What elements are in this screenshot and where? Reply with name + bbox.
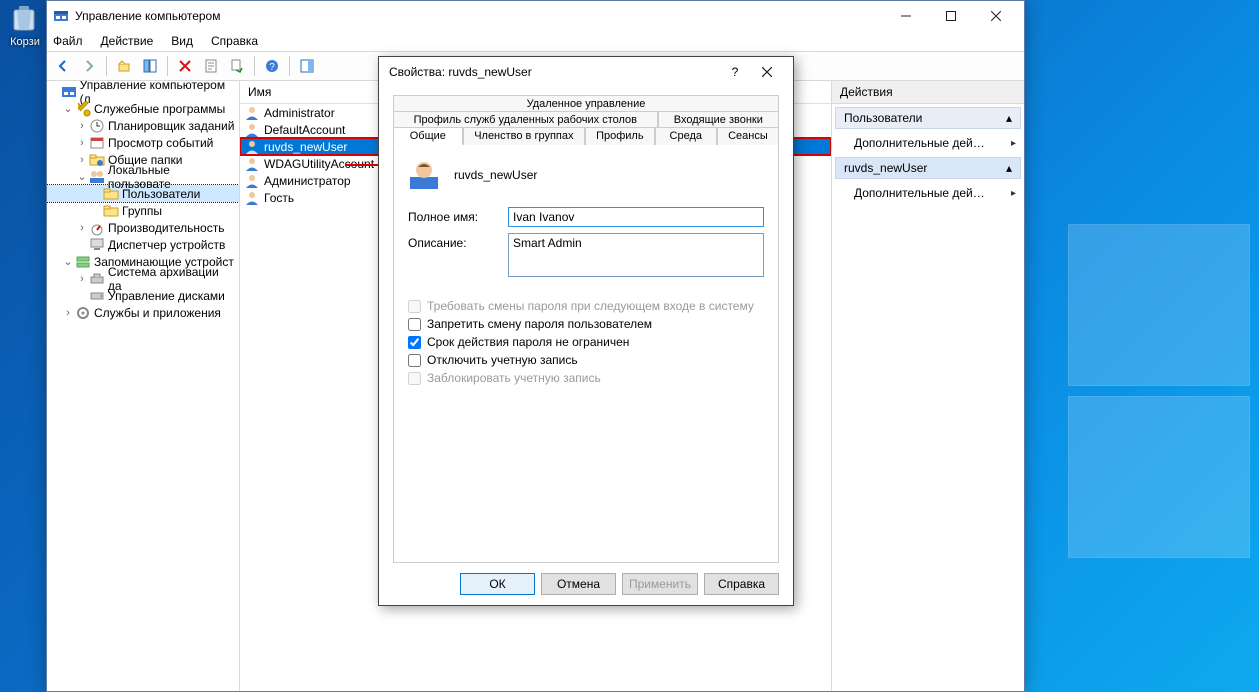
tab-page-general: ruvds_newUser Полное имя: Описание: Треб… [393,145,779,563]
tab-sessions[interactable]: Сеансы [717,127,779,145]
recycle-bin-icon[interactable]: Корзи [8,2,42,48]
tree-event-viewer[interactable]: ›Просмотр событий [47,134,239,151]
tree-task-scheduler[interactable]: ›Планировщик заданий [47,117,239,134]
export-button[interactable] [225,54,249,78]
cancel-button[interactable]: Отмена [541,573,616,595]
ok-button[interactable]: ОК [460,573,535,595]
dialog-close-button[interactable] [751,57,783,87]
collapse-icon: ▴ [1006,111,1012,125]
check-cannot-change[interactable]: Запретить смену пароля пользователем [408,317,764,331]
close-button[interactable] [973,1,1018,31]
collapse-icon: ▴ [1006,161,1012,175]
tree-services[interactable]: ›Службы и приложения [47,304,239,321]
tree-root[interactable]: Управление компьютером (л [47,83,239,100]
recycle-bin-label: Корзи [8,36,42,48]
tab-profile[interactable]: Профиль [585,127,655,145]
tree-pane[interactable]: Управление компьютером (л ⌄Служебные про… [47,81,240,691]
menu-file[interactable]: Файл [51,32,85,50]
tree-backup[interactable]: ›Система архивации да [47,270,239,287]
help-button[interactable]: ? [260,54,284,78]
tree-utilities[interactable]: ⌄Служебные программы [47,100,239,117]
menu-action[interactable]: Действие [99,32,156,50]
tab-general[interactable]: Общие [393,127,463,145]
full-name-input[interactable] [508,207,764,227]
tree-local-users[interactable]: ⌄Локальные пользовате [47,168,239,185]
help-button[interactable]: Справка [704,573,779,595]
check-never-expires[interactable]: Срок действия пароля не ограничен [408,335,764,349]
titlebar[interactable]: Управление компьютером [47,1,1024,31]
maximize-button[interactable] [928,1,973,31]
user-title: ruvds_newUser [454,168,537,182]
svg-text:?: ? [269,62,275,73]
tree-device-manager[interactable]: Диспетчер устройств [47,236,239,253]
action-pane-header: Действия [832,81,1024,104]
tab-remote-control[interactable]: Удаленное управление [393,95,779,112]
tab-rds-profile[interactable]: Профиль служб удаленных рабочих столов [393,111,658,128]
action-group-selected[interactable]: ruvds_newUser▴ [835,157,1021,179]
description-input[interactable] [508,233,764,277]
action-group-users[interactable]: Пользователи▴ [835,107,1021,129]
dialog-help-button[interactable]: ? [719,57,751,87]
menubar: Файл Действие Вид Справка [47,31,1024,52]
window-title: Управление компьютером [75,9,883,23]
action-pane: Действия Пользователи▴ Дополнительные де… [832,81,1024,691]
tab-incoming-calls[interactable]: Входящие звонки [658,111,779,128]
dialog-title: Свойства: ruvds_newUser [389,65,719,79]
chevron-right-icon: ▸ [1011,188,1016,199]
action-more-selected[interactable]: Дополнительные дей…▸ [832,182,1024,204]
desktop-light-effect [1069,225,1259,569]
tree-disk-mgmt[interactable]: Управление дисками [47,287,239,304]
action-more-users[interactable]: Дополнительные дей…▸ [832,132,1024,154]
tab-environment[interactable]: Среда [655,127,717,145]
apply-button[interactable]: Применить [622,573,698,595]
app-icon [53,8,69,24]
dialog-titlebar[interactable]: Свойства: ruvds_newUser ? [379,57,793,87]
menu-view[interactable]: Вид [169,32,195,50]
action-pane-button[interactable] [295,54,319,78]
chevron-right-icon: ▸ [1011,138,1016,149]
up-button[interactable] [112,54,136,78]
properties-button[interactable] [199,54,223,78]
check-disabled[interactable]: Отключить учетную запись [408,353,764,367]
minimize-button[interactable] [883,1,928,31]
tree-groups[interactable]: Группы [47,202,239,219]
nav-forward-button[interactable] [77,54,101,78]
user-properties-dialog: Свойства: ruvds_newUser ? Удаленное упра… [378,56,794,606]
menu-help[interactable]: Справка [209,32,260,50]
check-must-change: Требовать смены пароля при следующем вхо… [408,299,764,313]
show-hide-tree-button[interactable] [138,54,162,78]
check-locked: Заблокировать учетную запись [408,371,764,385]
label-description: Описание: [408,233,508,250]
delete-button[interactable] [173,54,197,78]
tab-member-of[interactable]: Членство в группах [463,127,585,145]
label-full-name: Полное имя: [408,207,508,224]
user-icon [408,159,440,191]
tree-performance[interactable]: ›Производительность [47,219,239,236]
nav-back-button[interactable] [51,54,75,78]
